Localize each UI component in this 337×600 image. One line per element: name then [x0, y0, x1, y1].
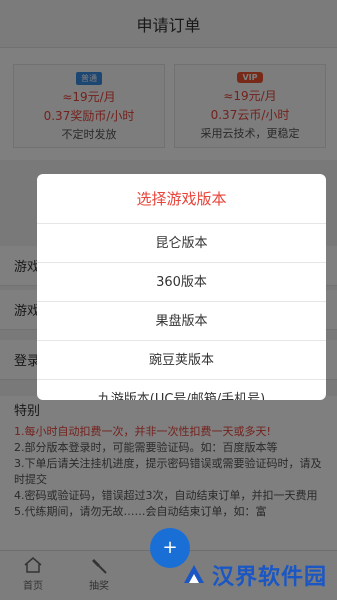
watermark: 汉界软件园 [180, 556, 327, 594]
version-select-dialog: 选择游戏版本 昆仑版本 360版本 果盘版本 豌豆荚版本 九游版本(UC号/邮箱… [37, 174, 326, 400]
option-360[interactable]: 360版本 [37, 263, 326, 302]
option-jiuyou[interactable]: 九游版本(UC号/邮箱/手机号) [37, 380, 326, 400]
option-wandoujia[interactable]: 豌豆荚版本 [37, 341, 326, 380]
plus-icon: + [162, 537, 178, 558]
option-kunlun[interactable]: 昆仑版本 [37, 224, 326, 263]
dialog-title: 选择游戏版本 [37, 174, 326, 224]
option-guopan[interactable]: 果盘版本 [37, 302, 326, 341]
watermark-text: 汉界软件园 [212, 565, 328, 590]
watermark-logo-icon [184, 565, 204, 583]
